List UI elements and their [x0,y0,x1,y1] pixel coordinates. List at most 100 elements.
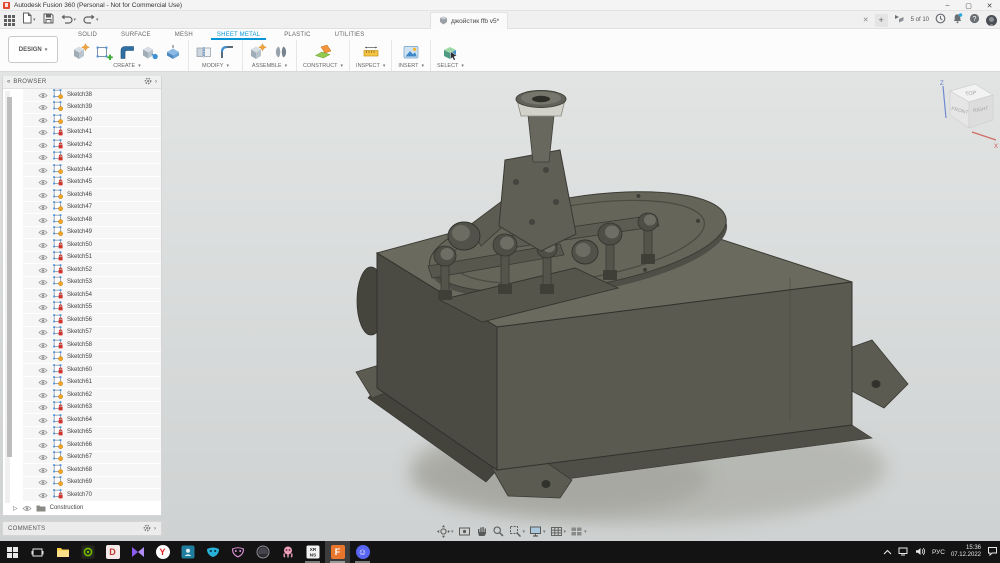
orbit-icon[interactable]: ▾ [437,525,454,538]
flange-icon[interactable] [118,43,136,61]
comments-chevron-icon[interactable]: › [154,526,156,532]
corner-round-icon[interactable] [218,43,236,61]
taskbar-helmet-icon[interactable] [250,541,275,563]
taskbar-octopus-icon[interactable] [275,541,300,563]
visibility-eye-icon[interactable] [22,499,32,517]
measure-icon[interactable] [362,43,380,61]
insert-image-icon[interactable] [402,43,420,61]
file-menu-icon[interactable]: ▾ [22,11,36,29]
browser-scrollbar[interactable] [5,91,10,503]
zoom-icon[interactable] [492,525,505,538]
save-icon[interactable] [43,11,54,29]
component-star-icon[interactable] [249,43,267,61]
group-label-inspect[interactable]: INSPECT▾ [356,63,385,69]
new-tab-icon[interactable]: + [875,14,888,27]
sketch-label: Sketch62 [67,392,92,398]
clock-icon[interactable] [935,11,946,29]
group-label-select[interactable]: SELECT▾ [437,63,464,69]
user-avatar[interactable] [986,15,997,26]
group-label-modify[interactable]: MODIFY▾ [202,63,229,69]
app-grid-icon[interactable] [4,15,15,26]
look-at-icon[interactable] [458,525,471,538]
component-star-icon[interactable] [72,43,90,61]
notifications-bell-icon[interactable] [952,11,963,29]
browser-header[interactable]: « BROWSER › [3,76,161,89]
group-label-assemble[interactable]: ASSEMBLE▾ [252,63,287,69]
sketch-locked-icon [52,486,63,504]
sketch-create-icon[interactable] [95,43,113,61]
fit-icon[interactable]: ▾ [509,525,526,538]
panel-chevron-icon[interactable]: › [155,79,157,85]
taskbar-xrns-icon[interactable]: XRNS [300,541,325,563]
taskbar-file-explorer-icon[interactable] [50,541,75,563]
action-center-icon[interactable] [987,543,998,561]
taskbar-app-d-icon[interactable]: D [100,541,125,563]
ribbon-tab-utilities[interactable]: UTILITIES [323,29,377,40]
group-label-create[interactable]: CREATE▾ [113,63,140,69]
display-settings-icon[interactable]: ▾ [529,525,546,538]
tray-clock[interactable]: 15:36 07.12.2022 [951,545,981,559]
comments-title: COMMENTS [8,526,143,532]
group-label-insert[interactable]: INSERT▾ [398,63,424,69]
convert-box-icon[interactable] [141,43,159,61]
taskbar-discord-icon[interactable]: ☺ [350,541,375,563]
visibility-eye-icon[interactable] [38,486,48,504]
redo-icon[interactable]: ▾ [83,11,99,29]
expand-arrow-icon[interactable]: ▷ [13,505,18,512]
sketch-label: Sketch52 [67,267,92,273]
ribbon-tab-solid[interactable]: SOLID [66,29,109,40]
browser-scrollbar-thumb[interactable] [7,97,12,457]
sketch-row[interactable]: Sketch70 [23,489,161,502]
maximize-button[interactable]: ▢ [958,0,979,11]
ribbon-tab-sheet-metal[interactable]: SHEET METAL [205,29,272,40]
volume-icon[interactable] [915,543,926,561]
sketch-label: Sketch50 [67,242,92,248]
ribbon-tab-plastic[interactable]: PLASTIC [272,29,322,40]
close-button[interactable]: ✕ [979,0,1000,11]
unfold-icon[interactable] [195,43,213,61]
ribbon-tab-mesh[interactable]: MESH [163,29,205,40]
thicken-slab-icon[interactable] [164,43,182,61]
job-status-count: 5 of 10 [911,17,929,23]
taskbar-media-app-icon[interactable] [125,541,150,563]
taskbar-fusion-360-icon[interactable]: F [325,541,350,563]
panel-gear-icon[interactable] [144,77,152,87]
select-cursor-icon[interactable] [441,43,459,61]
minimize-button[interactable]: – [937,0,958,11]
taskbar-nvidia-icon[interactable] [75,541,100,563]
network-icon[interactable] [898,543,909,561]
language-indicator[interactable]: РУС [932,549,945,556]
document-tab[interactable]: джойстик ffb v5* [430,12,508,29]
construction-plane-icon[interactable] [314,43,332,61]
taskbar-task-view-icon[interactable] [25,541,50,563]
help-icon[interactable]: ? [969,11,980,29]
comments-bar[interactable]: COMMENTS › [2,521,162,536]
taskbar-mask-outline-icon[interactable] [225,541,250,563]
close-tab-icon[interactable]: ✕ [863,16,869,24]
comments-gear-icon[interactable] [143,524,151,534]
joint-icon[interactable] [272,43,290,61]
ribbon-group-modify: MODIFY▾ [189,40,243,71]
taskbar-yandex-browser-icon[interactable]: Y [150,541,175,563]
undo-icon[interactable]: ▾ [61,11,77,29]
group-label-construct[interactable]: CONSTRUCT▾ [303,63,343,69]
tray-expand-chevron-icon[interactable] [883,543,892,561]
sketch-label: Sketch70 [67,492,92,498]
sketch-label: Sketch64 [67,417,92,423]
pan-icon[interactable] [475,525,488,538]
taskbar-chat-teal-icon[interactable] [175,541,200,563]
ribbon-tab-surface[interactable]: SURFACE [109,29,163,40]
workspace-selector[interactable]: DESIGN▾ [8,36,58,63]
construction-folder-row[interactable]: ▷ Construction [3,502,161,515]
sketch-label: Sketch60 [67,367,92,373]
view-cube[interactable]: Z X TOP FRONT RIGHT [930,78,1000,150]
taskbar-mask-blue-icon[interactable] [200,541,225,563]
job-status-icon[interactable] [894,11,905,29]
sketch-label: Sketch49 [67,229,92,235]
taskbar-start-icon[interactable] [0,541,25,563]
viewports-icon[interactable]: ▾ [570,525,587,538]
grid-settings-icon[interactable]: ▾ [550,525,567,538]
fusion-window: Autodesk Fusion 360 (Personal - Not for … [0,0,1000,563]
collapse-panel-icon[interactable]: « [7,79,10,85]
title-bar[interactable]: Autodesk Fusion 360 (Personal - Not for … [0,0,1000,11]
